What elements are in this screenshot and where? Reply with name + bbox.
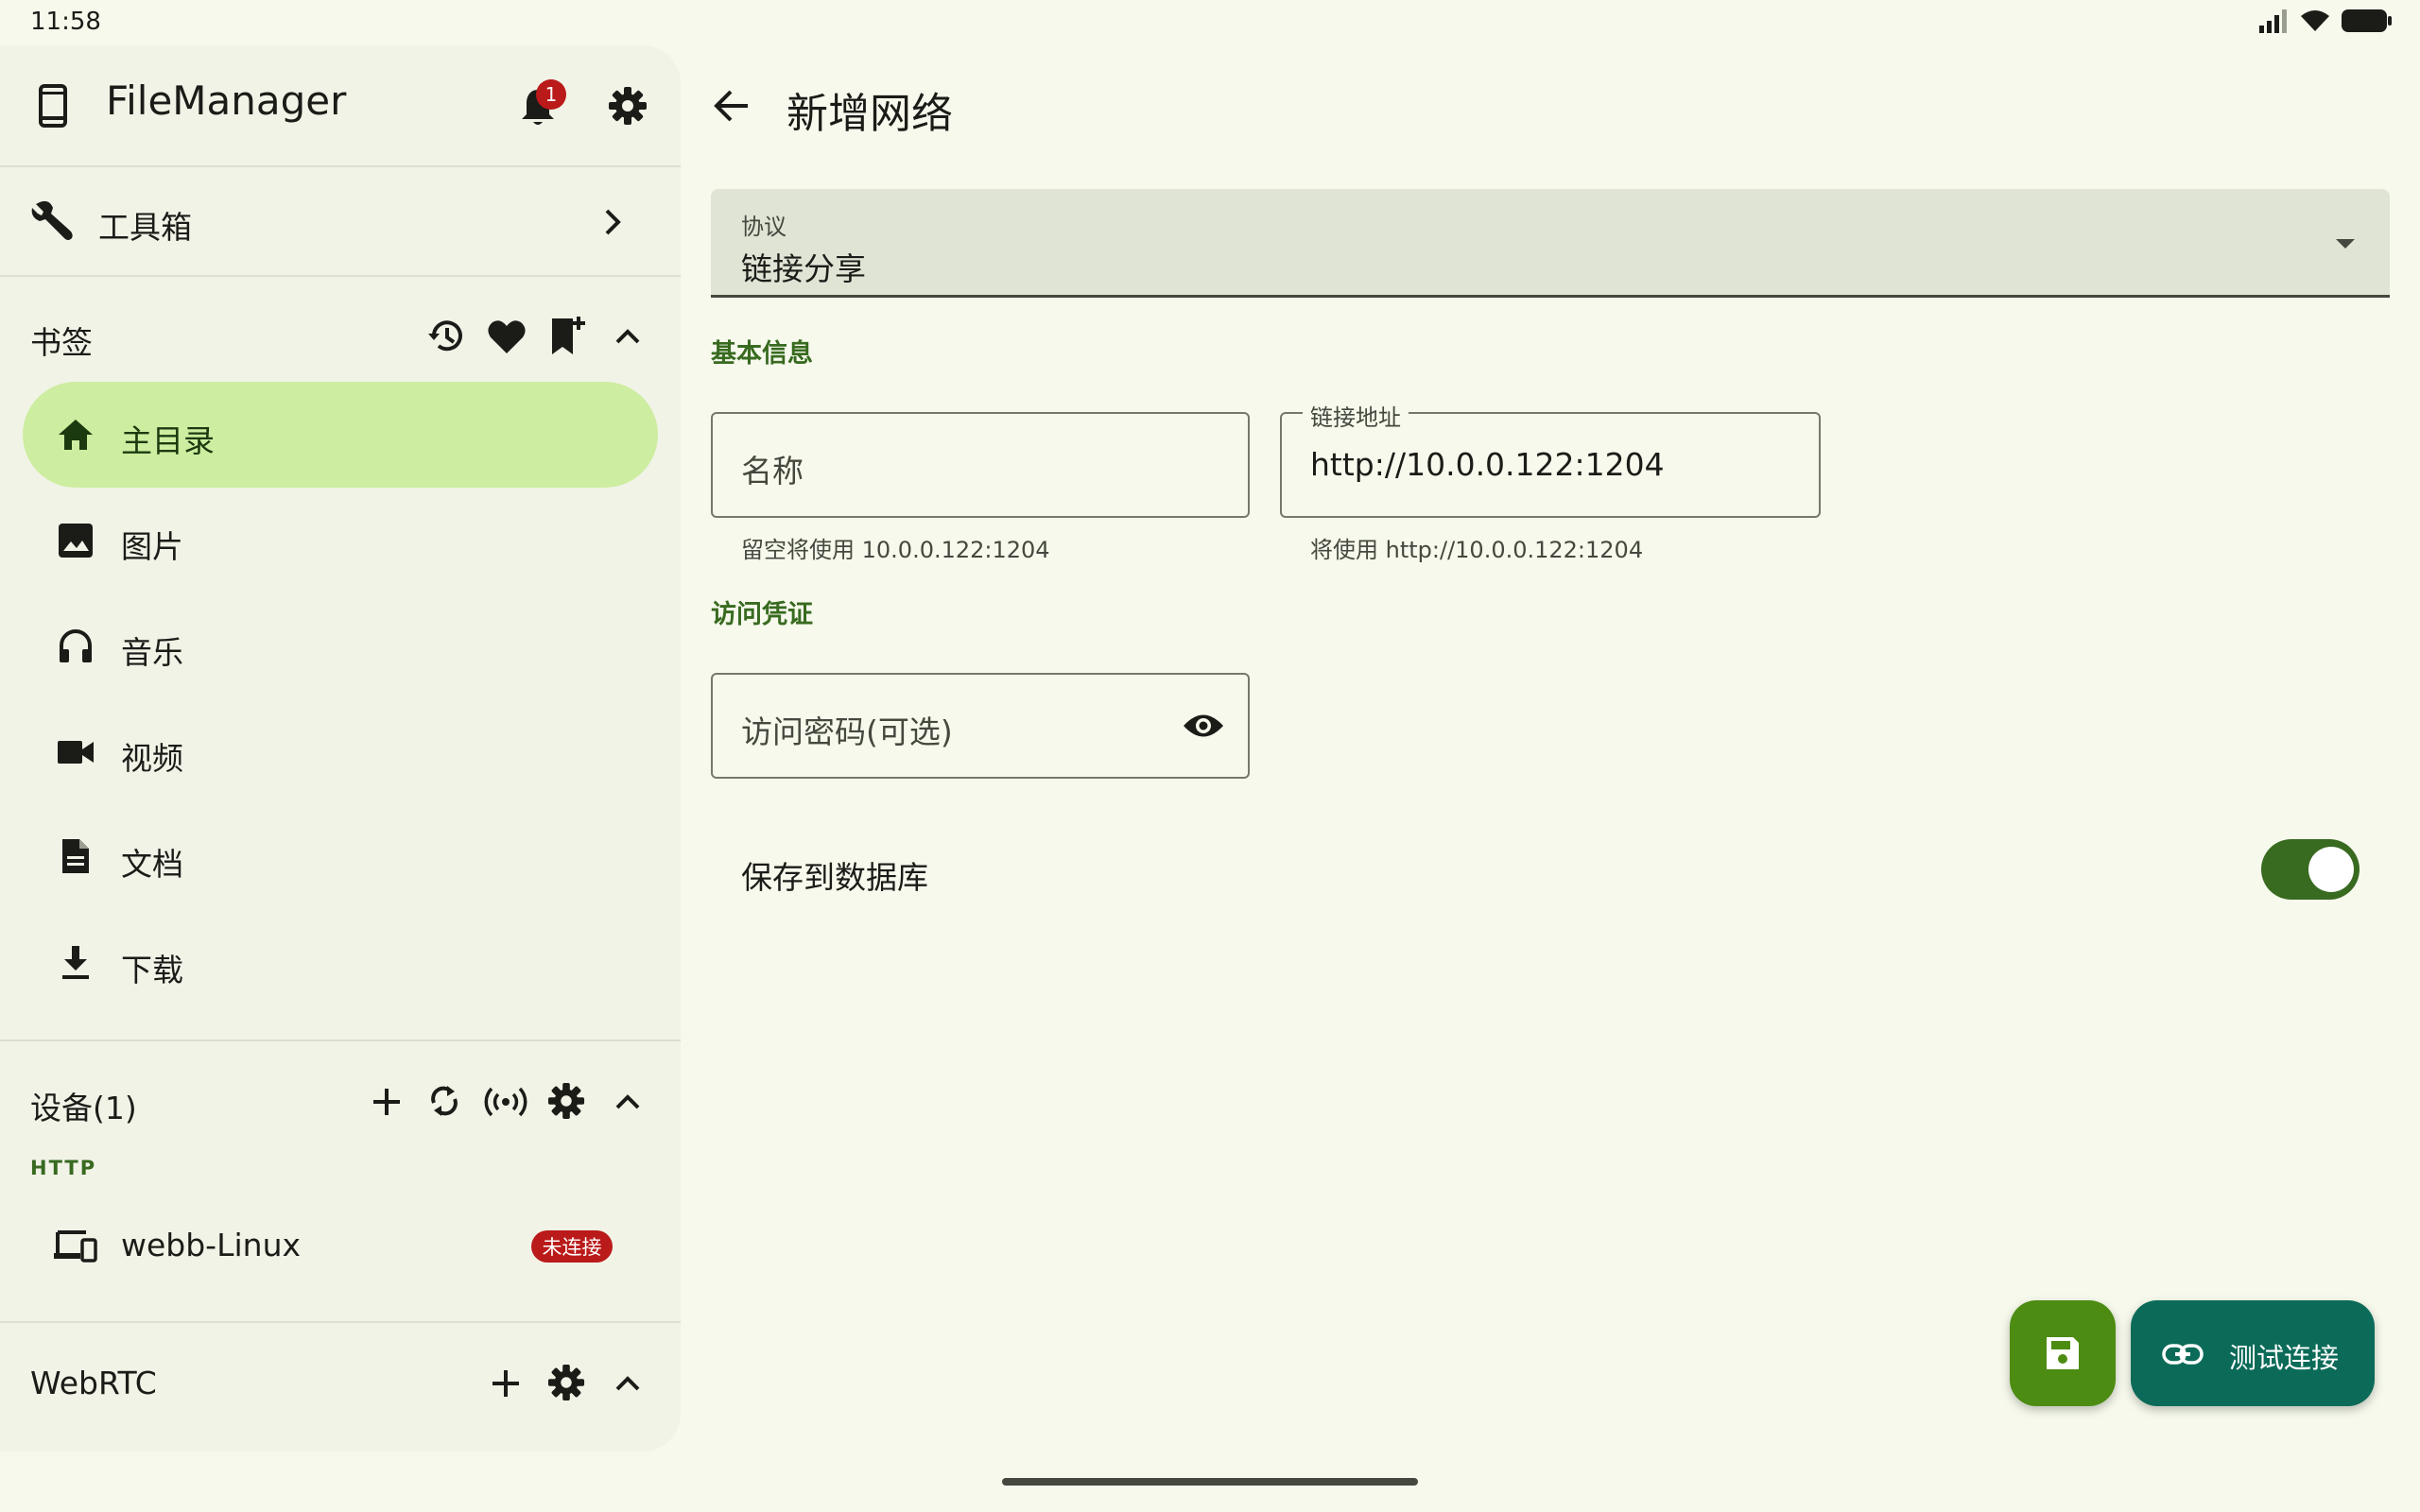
broadcast-button[interactable] <box>482 1081 529 1123</box>
collapse-devices-button[interactable] <box>609 1085 647 1119</box>
home-icon <box>55 414 96 455</box>
chevron-right-icon <box>597 204 628 240</box>
app-title: FileManager <box>106 77 347 124</box>
arrow-left-icon <box>714 89 750 123</box>
add-webrtc-button[interactable] <box>486 1363 526 1404</box>
wrench-icon <box>28 198 76 246</box>
history-button[interactable] <box>424 314 469 359</box>
sidebar-item-home[interactable] <box>23 382 658 488</box>
bookmark-add-icon <box>548 315 586 356</box>
basic-info-title: 基本信息 <box>711 339 813 369</box>
switch-thumb <box>2308 847 2354 892</box>
url-value: http://10.0.0.122:1204 <box>1310 446 1665 483</box>
name-placeholder: 名称 <box>741 453 804 490</box>
divider <box>0 1040 681 1041</box>
devices-icon <box>51 1225 98 1266</box>
eye-icon <box>1182 712 1225 740</box>
plus-icon <box>491 1368 521 1399</box>
page-title: 新增网络 <box>786 90 953 138</box>
notification-badge: 1 <box>536 79 566 110</box>
heart-icon <box>487 318 527 355</box>
add-bookmark-button[interactable] <box>544 312 590 359</box>
sync-icon <box>426 1082 462 1120</box>
sidebar-item-label: 下载 <box>121 952 183 988</box>
url-helper-text: 将使用 http://10.0.0.122:1204 <box>1310 537 1644 563</box>
battery-icon <box>2341 8 2394 34</box>
bookmarks-title: 书签 <box>30 324 93 361</box>
add-device-button[interactable] <box>367 1081 406 1123</box>
headphones-icon <box>55 626 96 667</box>
connection-status-badge: 未连接 <box>531 1230 613 1263</box>
download-icon <box>55 941 96 983</box>
wifi-icon <box>2299 9 2331 33</box>
toggle-password-visibility-button[interactable] <box>1178 705 1229 747</box>
test-connection-label: 测试连接 <box>2229 1342 2340 1374</box>
sidebar-item-images[interactable] <box>23 488 658 593</box>
sidebar-item-videos[interactable] <box>23 699 658 805</box>
password-placeholder: 访问密码(可选) <box>741 713 953 750</box>
url-label: 链接地址 <box>1303 399 1409 432</box>
collapse-webrtc-button[interactable] <box>609 1366 647 1400</box>
chevron-up-icon <box>614 1375 641 1392</box>
credentials-title: 访问凭证 <box>711 600 813 629</box>
sidebar-item-music[interactable] <box>23 593 658 699</box>
sidebar-item-label: 图片 <box>121 528 183 565</box>
device-group-label: HTTP <box>30 1157 97 1179</box>
favorites-button[interactable] <box>484 314 529 359</box>
collapse-bookmarks-button[interactable] <box>609 319 647 353</box>
refresh-devices-button[interactable] <box>424 1079 465 1123</box>
gear-icon <box>547 1082 585 1120</box>
back-button[interactable] <box>707 81 756 130</box>
device-name: webb-Linux <box>121 1227 302 1263</box>
home-indicator[interactable] <box>1002 1478 1418 1486</box>
chevron-up-icon <box>614 1093 641 1110</box>
save-to-db-label: 保存到数据库 <box>741 859 928 896</box>
devices-title: 设备(1) <box>30 1090 137 1126</box>
sidebar-item-label: 音乐 <box>121 634 183 671</box>
device-settings-button[interactable] <box>544 1079 588 1123</box>
settings-button[interactable] <box>603 81 652 130</box>
webrtc-title: WebRTC <box>30 1365 157 1401</box>
sidebar-item-label: 主目录 <box>121 422 215 459</box>
protocol-label: 协议 <box>741 214 786 240</box>
status-time: 11:58 <box>30 8 101 36</box>
divider <box>0 165 681 167</box>
webrtc-settings-button[interactable] <box>544 1361 588 1404</box>
name-helper-text: 留空将使用 10.0.0.122:1204 <box>741 537 1050 563</box>
sidebar-item-downloads[interactable] <box>23 911 658 1017</box>
gear-icon <box>608 86 648 126</box>
signal-icon <box>2257 9 2290 33</box>
document-icon <box>55 835 96 877</box>
toolbox-label: 工具箱 <box>98 209 192 246</box>
videocam-icon <box>55 731 96 773</box>
broadcast-icon <box>484 1087 527 1117</box>
dropdown-arrow-icon <box>2331 232 2360 255</box>
status-icons <box>2257 8 2394 34</box>
history-icon <box>426 317 466 356</box>
link-icon <box>2159 1338 2206 1370</box>
save-icon <box>2042 1332 2083 1374</box>
sidebar-item-documents[interactable] <box>23 805 658 911</box>
protocol-value: 链接分享 <box>741 250 866 287</box>
phone-icon <box>34 83 72 129</box>
plus-icon <box>372 1087 402 1117</box>
sidebar-item-label: 视频 <box>121 740 183 777</box>
protocol-select[interactable] <box>711 189 2390 298</box>
sidebar-item-label: 文档 <box>121 846 183 883</box>
gear-icon <box>547 1364 585 1401</box>
image-icon <box>55 520 96 561</box>
chevron-up-icon <box>614 328 641 345</box>
divider <box>0 1321 681 1323</box>
